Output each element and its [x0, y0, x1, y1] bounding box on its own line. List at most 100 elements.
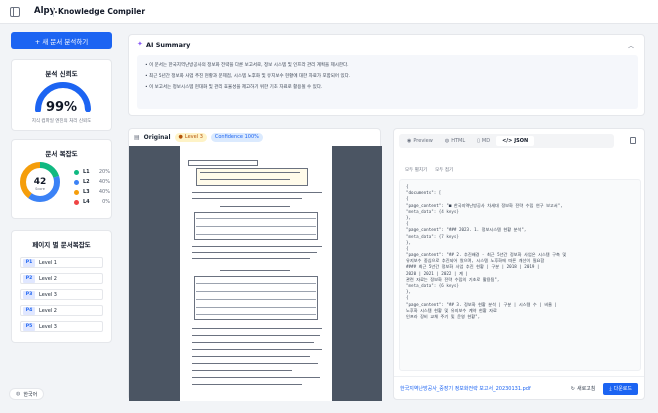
page-line: [196, 291, 316, 293]
new-analysis-button[interactable]: + 새 문서 분석하기: [11, 32, 112, 49]
tab-md[interactable]: ▯ MD: [471, 136, 496, 146]
page-number-badge: P5: [23, 322, 35, 331]
language-selector[interactable]: ◍ 한국어: [9, 388, 45, 400]
page-line: [196, 283, 316, 285]
page-line: [196, 234, 316, 236]
page-item[interactable]: P3 Level 3: [20, 289, 103, 300]
page-number-badge: P4: [23, 306, 35, 315]
summary-line: • 이 보고서는 정보시스템 현대화 및 관리 효율성을 제고하기 위한 기초 …: [145, 85, 323, 90]
legend-value: 40%: [98, 189, 110, 195]
legend-name: L3: [83, 189, 90, 195]
app-logo: Alpy.: [34, 6, 58, 16]
tab-label: HTML: [451, 138, 466, 144]
refresh-icon: ↻: [570, 386, 575, 392]
globe-icon: ◍: [444, 138, 450, 144]
refresh-button[interactable]: ↻ 새로고침: [571, 385, 596, 392]
sidebar-toggle-icon[interactable]: [10, 7, 20, 17]
document-page-image: [180, 146, 332, 401]
ai-summary-panel: ✦ AI Summary ︿ • 이 문서는 한국지역난방공사의 정보화 전략을…: [128, 34, 645, 116]
eye-icon: ◉: [407, 138, 412, 144]
reliability-card: 분석 신뢰도 99% 지식 컴파일 엔진의 처리 신뢰도: [11, 59, 112, 131]
page-line: [192, 384, 302, 386]
page-section-box: [188, 160, 258, 166]
legend-name: L2: [83, 179, 90, 185]
download-label: 다운로드: [613, 386, 632, 392]
page-level: Level 3: [39, 291, 57, 298]
original-title: Original: [143, 133, 171, 141]
copy-icon[interactable]: [630, 137, 636, 144]
page-line: [192, 252, 317, 254]
tab-label: JSON: [514, 138, 529, 144]
ai-summary-body: • 이 문서는 한국지역난방공사의 정보화 전략을 다룬 보고서로, 정보 시스…: [137, 55, 638, 109]
page-level: Level 2: [39, 307, 57, 314]
legend-dot-l2: [74, 179, 79, 185]
summary-line: • 이 문서는 한국지역난방공사의 정보화 전략을 다룬 보고서로, 정보 시스…: [145, 63, 349, 68]
page-number-badge: P2: [23, 274, 35, 283]
page-item[interactable]: P5 Level 3: [20, 321, 103, 332]
output-tabs: ◉ Preview ◍ HTML ▯ MD </> JSON: [399, 134, 614, 148]
app-title: Knowledge Compiler: [58, 7, 146, 16]
page-line: [192, 356, 310, 358]
download-button[interactable]: ⤓ 다운로드: [603, 382, 638, 395]
legend-name: L4: [83, 199, 90, 205]
output-footer: 한국지역난방공사_중장기 정보화전략 보고서_20230131.pdf ↻ 새로고…: [394, 376, 644, 400]
legend-l3: L3 40%: [74, 187, 110, 197]
language-label: 한국어: [23, 391, 38, 398]
page-line: [200, 172, 300, 174]
tab-preview[interactable]: ◉ Preview: [401, 136, 439, 146]
collapse-chevron-icon[interactable]: ︿: [628, 41, 634, 50]
page-number-badge: P3: [23, 290, 35, 299]
page-complexity-title: 페이지 별 문서복잡도: [32, 241, 91, 249]
json-viewer[interactable]: { "documents": [ { "page_content": "■ 한국…: [399, 179, 641, 371]
reliability-caption: 지식 컴파일 엔진의 처리 신뢰도: [31, 119, 92, 124]
ai-summary-title: AI Summary: [146, 41, 191, 49]
page-item[interactable]: P1 Level 1: [20, 257, 103, 268]
page-line: [200, 179, 290, 181]
page-line: [192, 246, 322, 248]
app-header: Alpy. Knowledge Compiler: [0, 0, 658, 24]
legend-value: 20%: [98, 169, 110, 175]
legend-dot-l1: [74, 169, 79, 175]
level-badge: ● Level 3: [174, 132, 207, 142]
complexity-legend: L1 20% L2 40% L3 40% L4 0%: [74, 167, 110, 207]
tab-label: Preview: [413, 138, 433, 144]
page-level: Level 1: [39, 259, 57, 266]
page-line: [192, 335, 320, 337]
tab-json[interactable]: </> JSON: [496, 136, 535, 146]
legend-value: 40%: [98, 179, 110, 185]
code-icon: </>: [502, 138, 513, 144]
legend-dot-l3: [74, 189, 79, 195]
file-name-link[interactable]: 한국지역난방공사_중장기 정보화전략 보고서_20230131.pdf: [400, 385, 571, 392]
reliability-title: 분석 신뢰도: [45, 70, 78, 78]
page-line: [192, 342, 314, 344]
page-item[interactable]: P4 Level 2: [20, 305, 103, 316]
collapse-all-button[interactable]: 모두 접기: [435, 167, 453, 173]
page-line: [196, 299, 316, 301]
legend-dot-l4: [74, 199, 79, 205]
document-viewer[interactable]: [129, 146, 382, 401]
page-line: [192, 328, 322, 330]
page-line: [220, 270, 290, 272]
page-line: [192, 192, 322, 194]
refresh-label: 새로고침: [576, 386, 596, 392]
page-complexity-card: 페이지 별 문서복잡도 P1 Level 1 P2 Level 2 P3 Level …: [11, 230, 112, 343]
json-tools: 모두 펼치기 모두 접기: [405, 167, 453, 173]
sidebar: + 새 문서 분석하기 분석 신뢰도 99% 지식 컴파일 엔진의 처리 신뢰도…: [0, 24, 120, 413]
original-header: ▤ Original ● Level 3 Confidence 100%: [129, 129, 380, 145]
globe-icon: ◍: [16, 391, 21, 397]
summary-text: 최근 5년간 정보화 사업 추진 현황과 문제점, 시스템 노후화 및 유지보수…: [149, 74, 351, 79]
tab-html[interactable]: ◍ HTML: [439, 136, 471, 146]
complexity-card: 문서 복잡도 42 Score L1 20% L2 40% L3 40% L4 0%: [11, 139, 112, 219]
page-number-badge: P1: [23, 258, 35, 267]
complexity-donut: 42 Score: [20, 162, 60, 202]
complexity-score-label: Score: [35, 187, 45, 191]
page-line: [196, 314, 316, 316]
page-line: [220, 206, 290, 208]
legend-l1: L1 20%: [74, 167, 110, 177]
summary-text: 이 문서는 한국지역난방공사의 정보화 전략을 다룬 보고서로, 정보 시스템 …: [149, 63, 349, 68]
level-badge-text: Level 3: [184, 134, 203, 140]
download-icon: ⤓: [609, 385, 612, 392]
expand-all-button[interactable]: 모두 펼치기: [405, 167, 427, 173]
page-line: [196, 218, 316, 220]
page-item[interactable]: P2 Level 2: [20, 273, 103, 284]
